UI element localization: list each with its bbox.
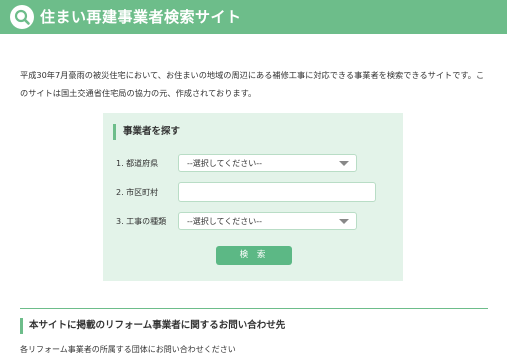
site-title[interactable]: 住まい再建事業者検索サイト <box>40 6 242 27</box>
contact-section-title: 本サイトに掲載のリフォーム事業者に関するお問い合わせ先 <box>20 318 285 334</box>
section-divider <box>20 308 488 309</box>
city-label: 2. 市区町村 <box>116 188 159 197</box>
intro-text: 平成30年7月豪雨の被災住宅において、お住まいの地域の周辺にある補修工事に対応で… <box>20 70 485 98</box>
work-type-select[interactable]: --選択してください-- <box>178 212 357 230</box>
prefecture-label: 1. 都道府県 <box>116 159 159 168</box>
city-input[interactable] <box>178 182 376 202</box>
magnifier-icon <box>10 5 34 29</box>
prefecture-select-value: --選択してください-- <box>187 159 263 168</box>
work-type-label: 3. 工事の種類 <box>116 217 167 226</box>
search-panel-title: 事業者を探す <box>113 124 180 140</box>
search-button[interactable]: 検 索 <box>216 246 292 265</box>
work-type-select-value: --選択してください-- <box>187 217 263 226</box>
chevron-down-icon <box>339 219 349 224</box>
site-header: 住まい再建事業者検索サイト <box>0 0 507 34</box>
contact-section-note: 各リフォーム事業者の所属する団体にお問い合わせください <box>20 345 236 354</box>
prefecture-select[interactable]: --選択してください-- <box>178 154 357 172</box>
chevron-down-icon <box>339 161 349 166</box>
